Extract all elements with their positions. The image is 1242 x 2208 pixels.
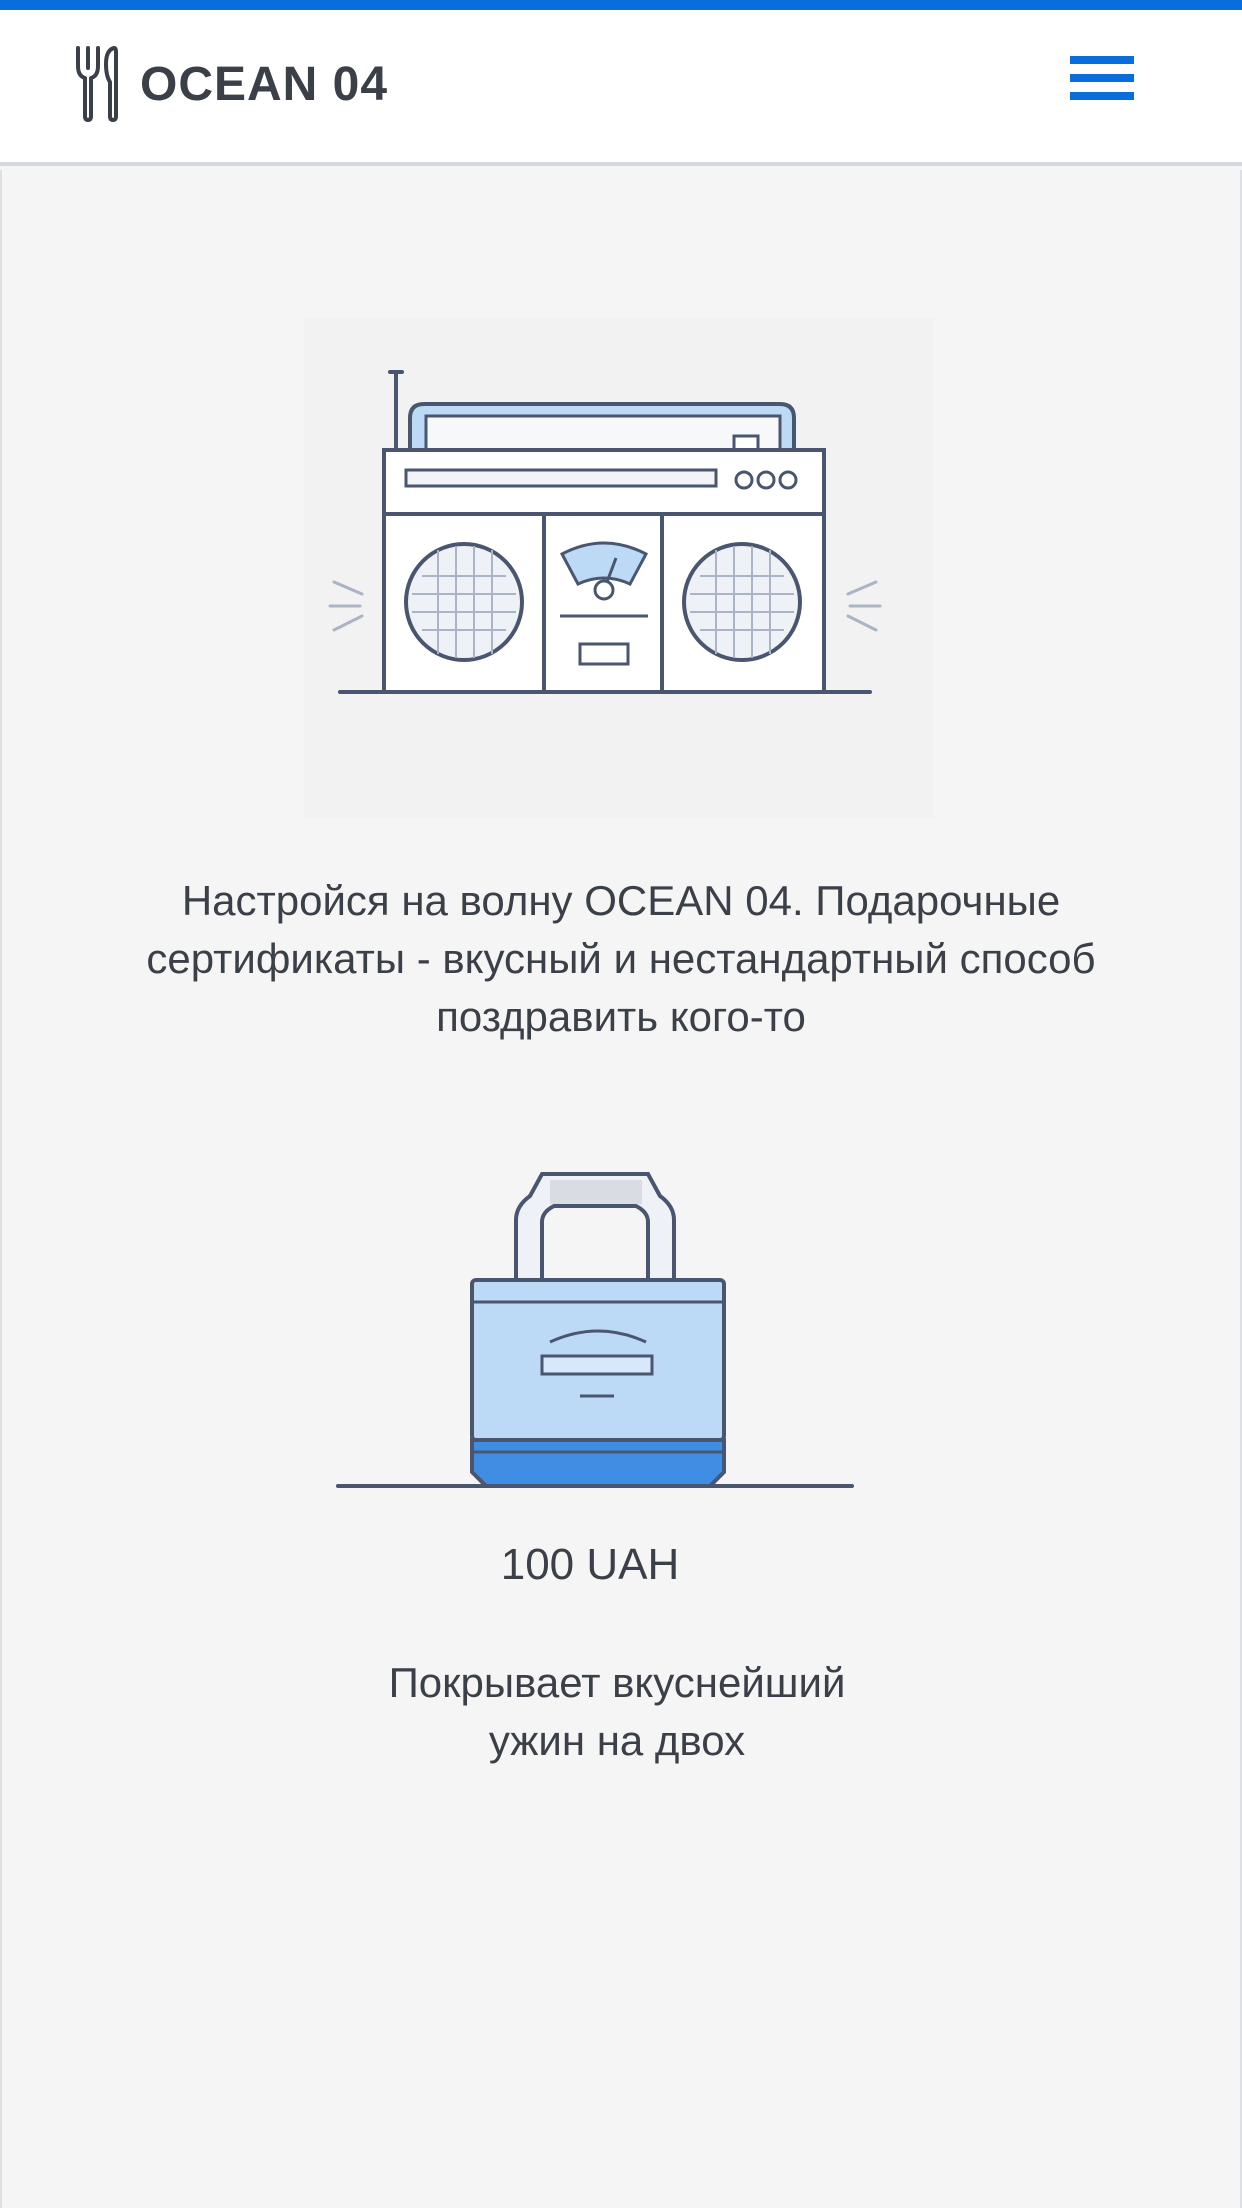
boombox-illustration [304,318,934,818]
top-accent-bar [0,0,1242,10]
left-border [0,170,2,2208]
certificate-price: 100 UAH [500,1540,680,1589]
hamburger-menu-icon[interactable] [1070,56,1142,116]
brand-logo[interactable]: OCEAN 04 [72,44,388,124]
certificate-description: Покрывает вкуснейший ужин на двох [300,1654,934,1770]
intro-text: Настройся на волну OCEAN 04. Подарочные … [146,877,1096,1040]
shopping-bag-illustration [336,1172,854,1488]
site-header: OCEAN 04 [0,10,1242,166]
description-line-1: Покрывает вкуснейший [388,1659,846,1706]
description-line-2: ужин на двох [488,1717,746,1764]
brand-name: OCEAN 04 [140,57,389,111]
fork-knife-icon [76,46,118,122]
